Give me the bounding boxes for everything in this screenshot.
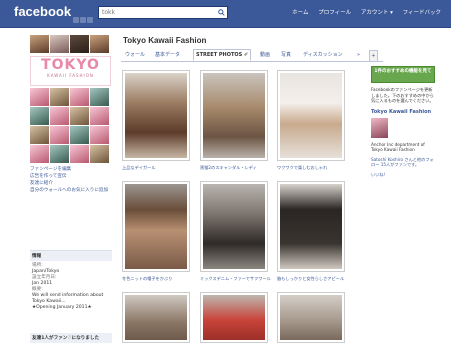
street-photo[interactable] — [200, 70, 268, 161]
notifications-icon[interactable] — [87, 17, 93, 23]
tab-info[interactable]: 基本データ — [153, 50, 182, 60]
profile-thumb[interactable] — [70, 126, 89, 144]
info-box: 情報 場所: Japan/Tokyo 設立年月日: Jan 2011 概要: W… — [30, 250, 112, 313]
about-value: We will send information about Tokyo Kaw… — [32, 293, 104, 304]
photo-caption[interactable]: ワクワクで楽しむおしゃれ — [277, 165, 327, 171]
profile-thumb[interactable] — [50, 126, 69, 144]
profile-thumb[interactable] — [90, 107, 109, 125]
sidebar-links: ファンページを編集 広告を作って宣伝 友達に紹介 自分のウォールへのお気に入りに… — [30, 166, 112, 194]
profile-thumb[interactable] — [90, 145, 109, 163]
profile-thumb[interactable] — [50, 145, 69, 163]
profile-thumb[interactable] — [90, 88, 109, 106]
facebook-logo[interactable]: facebook — [14, 4, 71, 19]
street-photo[interactable] — [277, 70, 345, 161]
page-tabs: ウォール 基本データ STREET PHOTOS ✐ 動画 写真 ディスカッショ… — [121, 49, 383, 62]
street-photo[interactable] — [277, 181, 345, 272]
opening-note: ★Opening January 2011★ — [32, 305, 92, 310]
friends-icon[interactable] — [73, 17, 79, 23]
profile-thumb[interactable] — [50, 35, 69, 53]
photo-caption[interactable]: ミックスデニム・ファーでサフワール — [200, 276, 271, 282]
street-photo[interactable] — [122, 181, 190, 272]
profile-thumb[interactable] — [30, 145, 49, 163]
edit-page-link[interactable]: ファンページを編集 — [30, 166, 112, 173]
photo-caption[interactable]: 上品なデイガール — [122, 165, 156, 171]
tab-videos[interactable]: 動画 — [258, 50, 272, 60]
street-photo[interactable] — [122, 70, 190, 161]
street-photo[interactable] — [200, 181, 268, 272]
street-photo[interactable] — [277, 292, 345, 343]
profile-photo-grid — [30, 88, 112, 163]
nav-feedback[interactable]: フィードバック — [403, 10, 441, 16]
page-logo: TOKYO KAWAII FASHION — [30, 56, 111, 86]
street-photo[interactable] — [122, 292, 190, 343]
profile-thumb[interactable] — [30, 35, 49, 53]
tab-photos[interactable]: 写真 — [279, 50, 293, 60]
photo-image — [125, 184, 187, 269]
tab-more[interactable]: » — [355, 50, 362, 60]
photo-image — [203, 73, 265, 158]
search-input-value: tokk — [102, 9, 115, 16]
top-bar: facebook tokk ホーム プロフィール アカウント ▾ フィードバック — [0, 0, 451, 28]
nav-profile[interactable]: プロフィール — [318, 10, 351, 16]
top-nav: ホーム プロフィール アカウント ▾ フィードバック — [284, 8, 441, 16]
left-sidebar: TOKYO KAWAII FASHION ファンページを編集 広告を作って宣伝 … — [30, 35, 112, 194]
photo-image — [125, 73, 187, 158]
profile-thumb[interactable] — [30, 88, 49, 106]
right-column: 1件のおすすめの機能を見て Facebookのファンページを更新しました。下のお… — [371, 66, 435, 177]
right-page-desc: Anchor Inc department of Tokyo Kawaii Fa… — [371, 141, 425, 153]
profile-thumb[interactable] — [30, 126, 49, 144]
profile-thumb[interactable] — [70, 35, 89, 53]
notification-icons[interactable] — [73, 8, 95, 23]
profile-thumb[interactable] — [50, 88, 69, 106]
page-logo-text: TOKYO — [41, 57, 100, 73]
profile-thumb[interactable] — [30, 107, 49, 125]
street-photo[interactable] — [200, 292, 268, 343]
profile-thumb[interactable] — [70, 88, 89, 106]
photo-caption[interactable]: 冬色ニットの帽子をかぶり — [122, 276, 172, 282]
profile-thumb[interactable] — [70, 107, 89, 125]
profile-photo-strip[interactable] — [30, 35, 112, 53]
profile-thumb[interactable] — [70, 145, 89, 163]
photo-image — [125, 295, 187, 340]
info-heading: 情報 — [30, 251, 112, 261]
tab-wall[interactable]: ウォール — [123, 50, 147, 60]
recommendations-button[interactable]: 1件のおすすめの機能を見て — [371, 66, 435, 83]
photo-image — [203, 184, 265, 269]
nav-account[interactable]: アカウント ▾ — [361, 10, 393, 16]
photo-image — [280, 73, 342, 158]
tab-street-photos[interactable]: STREET PHOTOS ✐ — [193, 49, 252, 61]
messages-icon[interactable] — [80, 17, 86, 23]
tab-discussions[interactable]: ディスカッション — [301, 50, 345, 60]
add-to-favorites-link[interactable]: 自分のウォールへのお気に入りに追加 — [30, 187, 112, 194]
photo-caption[interactable]: 脇もしっかりと女性らしさアピール — [277, 276, 344, 282]
search-icon[interactable] — [218, 9, 225, 16]
profile-thumb[interactable] — [90, 35, 109, 53]
create-ad-link[interactable]: 広告を作って宣伝 — [30, 173, 112, 180]
profile-thumb[interactable] — [50, 107, 69, 125]
nav-home[interactable]: ホーム — [292, 10, 308, 16]
page-profile-image[interactable] — [371, 117, 388, 138]
suggest-to-friends-link[interactable]: 友達に紹介 — [30, 180, 112, 187]
fans-text[interactable]: Satoshi Koshiro さんと他のフォロー 15人がファンです。 — [371, 157, 435, 168]
photo-caption[interactable]: 黒猫2のスキャンダル・レディ — [200, 165, 257, 171]
fans-heading: 友達1人がファン♡になりました — [30, 333, 112, 343]
photo-image — [280, 184, 342, 269]
like-link[interactable]: いいね! — [371, 172, 435, 178]
page-title: Tokyo Kawaii Fashion — [123, 36, 207, 45]
add-tab-button[interactable]: + — [369, 50, 378, 62]
profile-thumb[interactable] — [90, 126, 109, 144]
page-logo-subtext: KAWAII FASHION — [47, 73, 94, 78]
info-body: 場所: Japan/Tokyo 設立年月日: Jan 2011 概要: We w… — [30, 261, 112, 313]
photo-image — [203, 295, 265, 340]
photo-image — [280, 295, 342, 340]
search-input[interactable]: tokk — [98, 6, 228, 19]
right-page-title[interactable]: Tokyo Kawaii Fashion — [371, 109, 435, 115]
right-intro-text: Facebookのファンページを更新しました。下のおすすめの中から気に入るものを… — [371, 87, 434, 103]
